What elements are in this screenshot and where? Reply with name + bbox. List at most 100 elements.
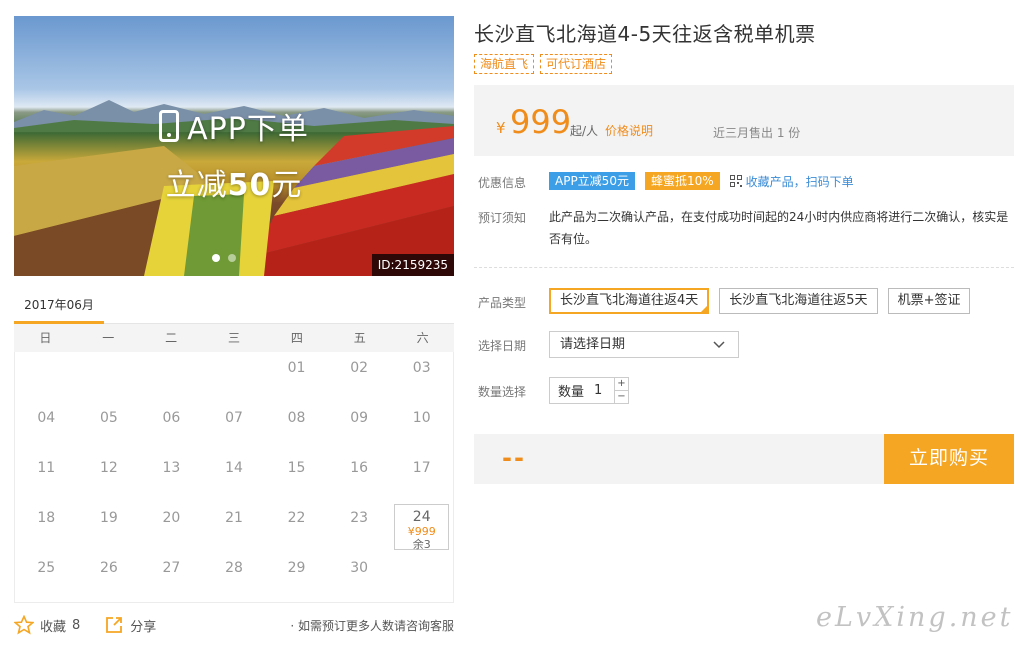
quantity-steppers: + − <box>614 378 628 403</box>
departure-calendar: 2017年06月 日 一 二 三 四 五 六 01 02 03 04 05 06 07 08 09 10 11 1… <box>14 290 454 603</box>
calendar-day: 26 <box>78 552 141 602</box>
qr-order-link[interactable]: 收藏产品，扫码下单 <box>729 173 854 190</box>
discount-text: 立减50元 <box>14 160 454 204</box>
calendar-day: 29 <box>265 552 328 602</box>
image-id-tag: ID:2159235 <box>371 254 454 276</box>
calendar-day-number: 06 <box>162 410 181 426</box>
price-unit: 起/人 <box>570 124 599 138</box>
quantity-label: 数量选择 <box>478 385 527 399</box>
currency-symbol: ¥ <box>496 119 506 137</box>
calendar-day-number: 18 <box>37 510 56 526</box>
star-icon <box>14 615 34 635</box>
phone-icon <box>159 110 180 142</box>
promo-row: APP立减50元 蜂蜜抵10% 收藏产品，扫码下单 <box>549 172 854 190</box>
calendar-day: 08 <box>265 402 328 452</box>
calendar-day-number: 15 <box>287 460 306 476</box>
booking-notice: 此产品为二次确认产品，在支付成功时间起的24小时内供应商将进行二次确认，核实是否… <box>549 210 1009 246</box>
calendar-month-tab[interactable]: 2017年06月 <box>14 290 104 324</box>
promo-overlay: APP下单 立减50元 <box>14 104 454 204</box>
price-panel: ¥ 999 起/人 价格说明 近三月售出 1 份 <box>474 85 1014 156</box>
consult-note[interactable]: · 如需预订更多人数请咨询客服 <box>290 617 454 634</box>
calendar-day-number: 29 <box>287 560 306 576</box>
calendar-day: 28 <box>203 552 266 602</box>
favorite-button[interactable]: 收藏 8 <box>14 615 80 635</box>
calendar-day: 05 <box>78 402 141 452</box>
price-explain-link[interactable]: 价格说明 <box>605 122 653 139</box>
type-option-5day[interactable]: 长沙直飞北海道往返5天 <box>719 288 878 314</box>
quantity-field-label: 数量 <box>558 385 585 400</box>
calendar-weekdays: 日一二三四五六 <box>14 324 454 352</box>
favorite-label: 收藏 <box>40 619 67 635</box>
calendar-day-available[interactable]: 24 ¥999 余3 <box>394 504 449 551</box>
product-tags: 海航直飞 可代订酒店 <box>474 54 613 74</box>
app-order-text: APP下单 <box>14 104 454 148</box>
quantity-increment-button[interactable]: + <box>615 378 628 391</box>
calendar-day: 27 <box>140 552 203 602</box>
weekday-header: 五 <box>353 331 366 345</box>
quantity-decrement-button[interactable]: − <box>615 391 628 403</box>
qr-code-icon <box>729 175 742 187</box>
calendar-day-number: 24 <box>412 509 431 525</box>
carousel-dot-1[interactable] <box>212 254 220 262</box>
chevron-down-icon <box>713 341 725 349</box>
calendar-day-number: 09 <box>350 410 369 426</box>
share-button[interactable]: 分享 <box>104 615 156 635</box>
calendar-day: 20 <box>140 502 203 552</box>
notice-label: 预订须知 <box>478 211 527 225</box>
weekday-header: 四 <box>290 331 303 345</box>
calendar-day: 16 <box>328 452 391 502</box>
calendar-day-number: 13 <box>162 460 181 476</box>
sold-count: 近三月售出 1 份 <box>713 126 801 140</box>
calendar-day-number: 10 <box>412 410 431 426</box>
app-text: APP下单 <box>187 112 309 147</box>
calendar-day-number: 26 <box>99 560 118 576</box>
carousel-dot-2[interactable] <box>228 254 236 262</box>
quantity-stepper: 数量 1 + − <box>549 377 629 404</box>
weekday-header: 一 <box>102 331 115 345</box>
calendar-day-number: 17 <box>412 460 431 476</box>
price-amount: 999 <box>510 103 572 141</box>
calendar-empty-cell <box>78 352 141 402</box>
buy-now-button[interactable]: 立即购买 <box>884 434 1014 484</box>
calendar-grid: 01 02 03 04 05 06 07 08 09 10 11 12 13 14 15 16 17 18 19 20… <box>14 352 454 603</box>
quantity-value[interactable]: 1 <box>594 383 602 398</box>
calendar-day: 09 <box>328 402 391 452</box>
date-select-value: 请选择日期 <box>560 337 626 352</box>
calendar-day-number: 16 <box>350 460 369 476</box>
purchase-bar: -- 立即购买 <box>474 434 1014 484</box>
discount-suffix: 元 <box>271 168 303 203</box>
type-option-flight-visa[interactable]: 机票+签证 <box>887 288 971 314</box>
calendar-day: 30 <box>328 552 391 602</box>
calendar-day-remaining: 余3 <box>412 538 431 551</box>
calendar-empty-cell <box>203 352 266 402</box>
calendar-day-number: 23 <box>350 510 369 526</box>
calendar-day-number: 21 <box>225 510 243 526</box>
share-icon <box>106 617 123 633</box>
calendar-day: 22 <box>265 502 328 552</box>
calendar-empty-cell <box>140 352 203 402</box>
calendar-day: 10 <box>390 402 453 452</box>
section-divider <box>474 267 1014 268</box>
calendar-day-number: 14 <box>225 460 243 476</box>
calendar-day-number: 20 <box>162 510 181 526</box>
calendar-day-number: 02 <box>350 360 369 376</box>
calendar-day: 12 <box>78 452 141 502</box>
calendar-day: 07 <box>203 402 266 452</box>
calendar-day-number: 07 <box>225 410 243 426</box>
calendar-day: 19 <box>78 502 141 552</box>
product-title: 长沙直飞北海道4-5天往返含税单机票 <box>474 22 816 46</box>
calendar-day-number: 11 <box>37 460 56 476</box>
date-label: 选择日期 <box>478 339 527 353</box>
calendar-day: 01 <box>265 352 328 402</box>
calendar-day-number: 22 <box>287 510 306 526</box>
calendar-day-number: 30 <box>350 560 369 576</box>
share-label: 分享 <box>130 619 157 635</box>
calendar-day: 06 <box>140 402 203 452</box>
type-option-4day[interactable]: 长沙直飞北海道往返4天 <box>549 288 710 314</box>
product-hero-image[interactable]: APP下单 立减50元 ID:2159235 <box>14 16 454 276</box>
carousel-dots <box>212 254 236 262</box>
calendar-day-price: ¥999 <box>407 525 436 538</box>
weekday-header: 日 <box>39 331 52 345</box>
discount-prefix: 立减 <box>165 168 228 203</box>
date-select[interactable]: 请选择日期 <box>549 331 739 358</box>
